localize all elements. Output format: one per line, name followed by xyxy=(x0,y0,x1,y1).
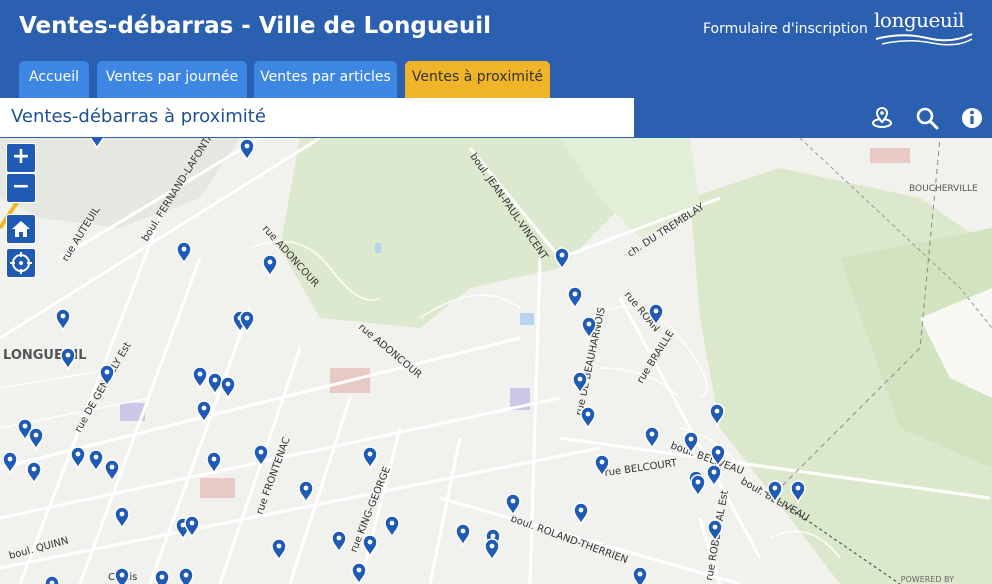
info-icon[interactable] xyxy=(958,104,986,132)
water-area xyxy=(375,243,381,253)
tab-ventes-par-articles[interactable]: Ventes par articles xyxy=(254,61,397,98)
sale-marker-dot xyxy=(489,543,495,549)
home-icon xyxy=(12,221,30,237)
sale-marker-dot xyxy=(460,528,466,534)
sale-marker-dot xyxy=(559,252,565,258)
sale-marker-dot xyxy=(389,520,395,526)
sale-marker-dot xyxy=(201,405,207,411)
sale-marker-dot xyxy=(712,524,718,530)
sale-marker-dot xyxy=(715,449,721,455)
sale-marker-dot xyxy=(599,459,605,465)
home-button[interactable] xyxy=(6,214,36,244)
logo-wave-icon xyxy=(875,33,973,46)
sale-marker-dot xyxy=(572,291,578,297)
sale-marker-dot xyxy=(244,143,250,149)
sale-marker-dot xyxy=(104,369,110,375)
tab-accueil[interactable]: Accueil xyxy=(19,61,89,98)
page-title: Ventes-débarras à proximité xyxy=(11,106,266,127)
tab-ventes-par-journee[interactable]: Ventes par journée xyxy=(97,61,247,98)
sale-marker-dot xyxy=(356,567,362,573)
sale-marker-dot xyxy=(714,408,720,414)
sale-marker-dot xyxy=(303,485,309,491)
sale-marker-dot xyxy=(490,533,496,539)
sale-marker-dot xyxy=(183,572,189,578)
sale-marker-dot xyxy=(772,485,778,491)
sale-marker-dot xyxy=(578,507,584,513)
sale-marker-dot xyxy=(795,485,801,491)
sale-marker-dot xyxy=(181,246,187,252)
sale-marker-dot xyxy=(258,449,264,455)
sale-marker-dot xyxy=(33,432,39,438)
sale-marker-dot xyxy=(22,423,28,429)
sale-marker-dot xyxy=(267,259,273,265)
sales-map[interactable]: LONGUEUIL BOUCHERVILLE rue AUTEUIL boul.… xyxy=(0,138,992,584)
sale-marker-dot xyxy=(688,436,694,442)
sale-marker-dot xyxy=(65,352,71,358)
sale-marker-dot xyxy=(586,321,592,327)
sale-marker-dot xyxy=(577,376,583,382)
zoom-out-button[interactable]: − xyxy=(6,173,36,203)
sale-marker-dot xyxy=(244,315,250,321)
sale-marker-dot xyxy=(119,511,125,517)
sale-marker-dot xyxy=(31,466,37,472)
sale-marker-dot xyxy=(585,411,591,417)
sale-marker-dot xyxy=(109,464,115,470)
sale-marker-dot xyxy=(336,535,342,541)
sale-marker-dot xyxy=(367,539,373,545)
sale-marker-dot xyxy=(197,371,203,377)
sale-marker-dot xyxy=(7,456,13,462)
sale-marker-dot xyxy=(276,543,282,549)
sale-marker-dot xyxy=(649,431,655,437)
sale-marker-dot xyxy=(119,572,125,578)
map-attribution: POWERED BY xyxy=(900,575,954,584)
app-title: Ventes-débarras - Ville de Longueuil xyxy=(19,13,491,39)
place-label-boucherville: BOUCHERVILLE xyxy=(909,184,978,194)
signup-form-link[interactable]: Formulaire d'inscription xyxy=(703,21,868,37)
locate-me-button[interactable] xyxy=(6,248,36,278)
sale-marker-dot xyxy=(367,451,373,457)
zoom-in-button[interactable]: + xyxy=(6,143,36,173)
map-canvas[interactable]: LONGUEUIL BOUCHERVILLE rue AUTEUIL boul.… xyxy=(0,138,992,584)
search-icon[interactable] xyxy=(913,104,941,132)
water-area xyxy=(520,313,534,325)
sale-marker-dot xyxy=(189,520,195,526)
sale-marker-dot xyxy=(212,377,218,383)
sale-marker-dot xyxy=(510,498,516,504)
sale-marker-dot xyxy=(711,469,717,475)
sale-marker-dot xyxy=(695,479,701,485)
sale-marker-dot xyxy=(225,381,231,387)
sale-marker-dot xyxy=(653,308,659,314)
city-logo[interactable]: longueuil xyxy=(872,8,976,48)
sale-marker-dot xyxy=(637,571,643,577)
crosshair-icon xyxy=(10,252,32,274)
sale-marker-dot xyxy=(75,451,81,457)
page-title-box: Ventes-débarras à proximité xyxy=(0,98,634,138)
tab-ventes-a-proximite[interactable]: Ventes à proximité xyxy=(405,61,550,98)
sale-marker-dot xyxy=(159,574,165,580)
sale-marker-dot xyxy=(60,313,66,319)
sale-marker-dot xyxy=(93,454,99,460)
sale-marker-dot xyxy=(211,456,217,462)
locate-sales-icon[interactable] xyxy=(868,104,896,132)
